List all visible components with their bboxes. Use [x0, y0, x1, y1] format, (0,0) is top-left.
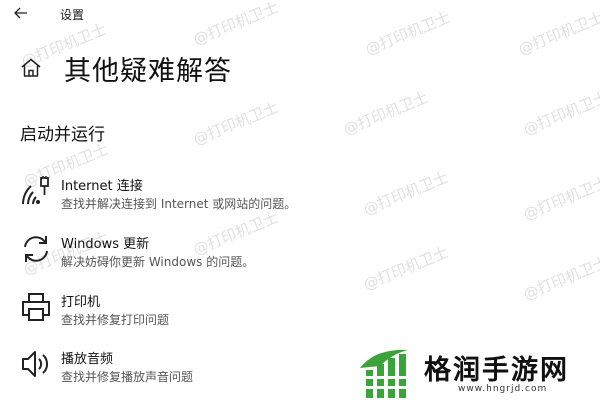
item-title: Internet 连接 — [61, 179, 143, 194]
watermark-text: @打印机卫士 — [520, 88, 600, 139]
troubleshooter-windows-update[interactable]: Windows 更新 解决妨碍你更新 Windows 的问题。 — [0, 233, 600, 279]
brand-url: www.hngrjd.com — [458, 384, 548, 394]
troubleshooter-internet[interactable]: Internet 连接 查找并解决连接到 Internet 或网站的问题。 — [0, 175, 600, 221]
item-description: 解决妨碍你更新 Windows 的问题。 — [61, 255, 255, 269]
printer-icon — [22, 293, 50, 321]
wifi-icon — [22, 176, 49, 205]
item-title: 播放音频 — [61, 352, 114, 367]
back-button[interactable] — [10, 2, 32, 24]
back-arrow-icon — [14, 7, 27, 19]
brand-logo-icon — [360, 349, 408, 398]
app-title: 设置 — [60, 8, 85, 22]
page-title: 其他疑难解答 — [64, 56, 232, 87]
speaker-icon — [22, 351, 49, 377]
title-bar: 设置 — [0, 0, 600, 28]
item-title: Windows 更新 — [61, 237, 150, 252]
brand-name: 格润手游网 — [424, 355, 569, 386]
refresh-icon — [24, 236, 48, 262]
item-description: 查找并修复播放声音问题 — [61, 370, 194, 384]
troubleshooter-printer[interactable]: 打印机 查找并修复打印问题 — [0, 291, 600, 337]
site-brand-watermark: 格润手游网 www.hngrjd.com — [352, 342, 600, 402]
item-description: 查找并解决连接到 Internet 或网站的问题。 — [61, 197, 297, 211]
watermark-text: @打印机卫士 — [340, 88, 431, 139]
home-button[interactable] — [19, 56, 43, 80]
item-title: 打印机 — [61, 295, 101, 310]
item-description: 查找并修复打印问题 — [61, 313, 170, 327]
section-heading: 启动并运行 — [20, 125, 105, 145]
watermark-text: @打印机卫士 — [190, 98, 281, 149]
home-icon — [21, 58, 41, 77]
